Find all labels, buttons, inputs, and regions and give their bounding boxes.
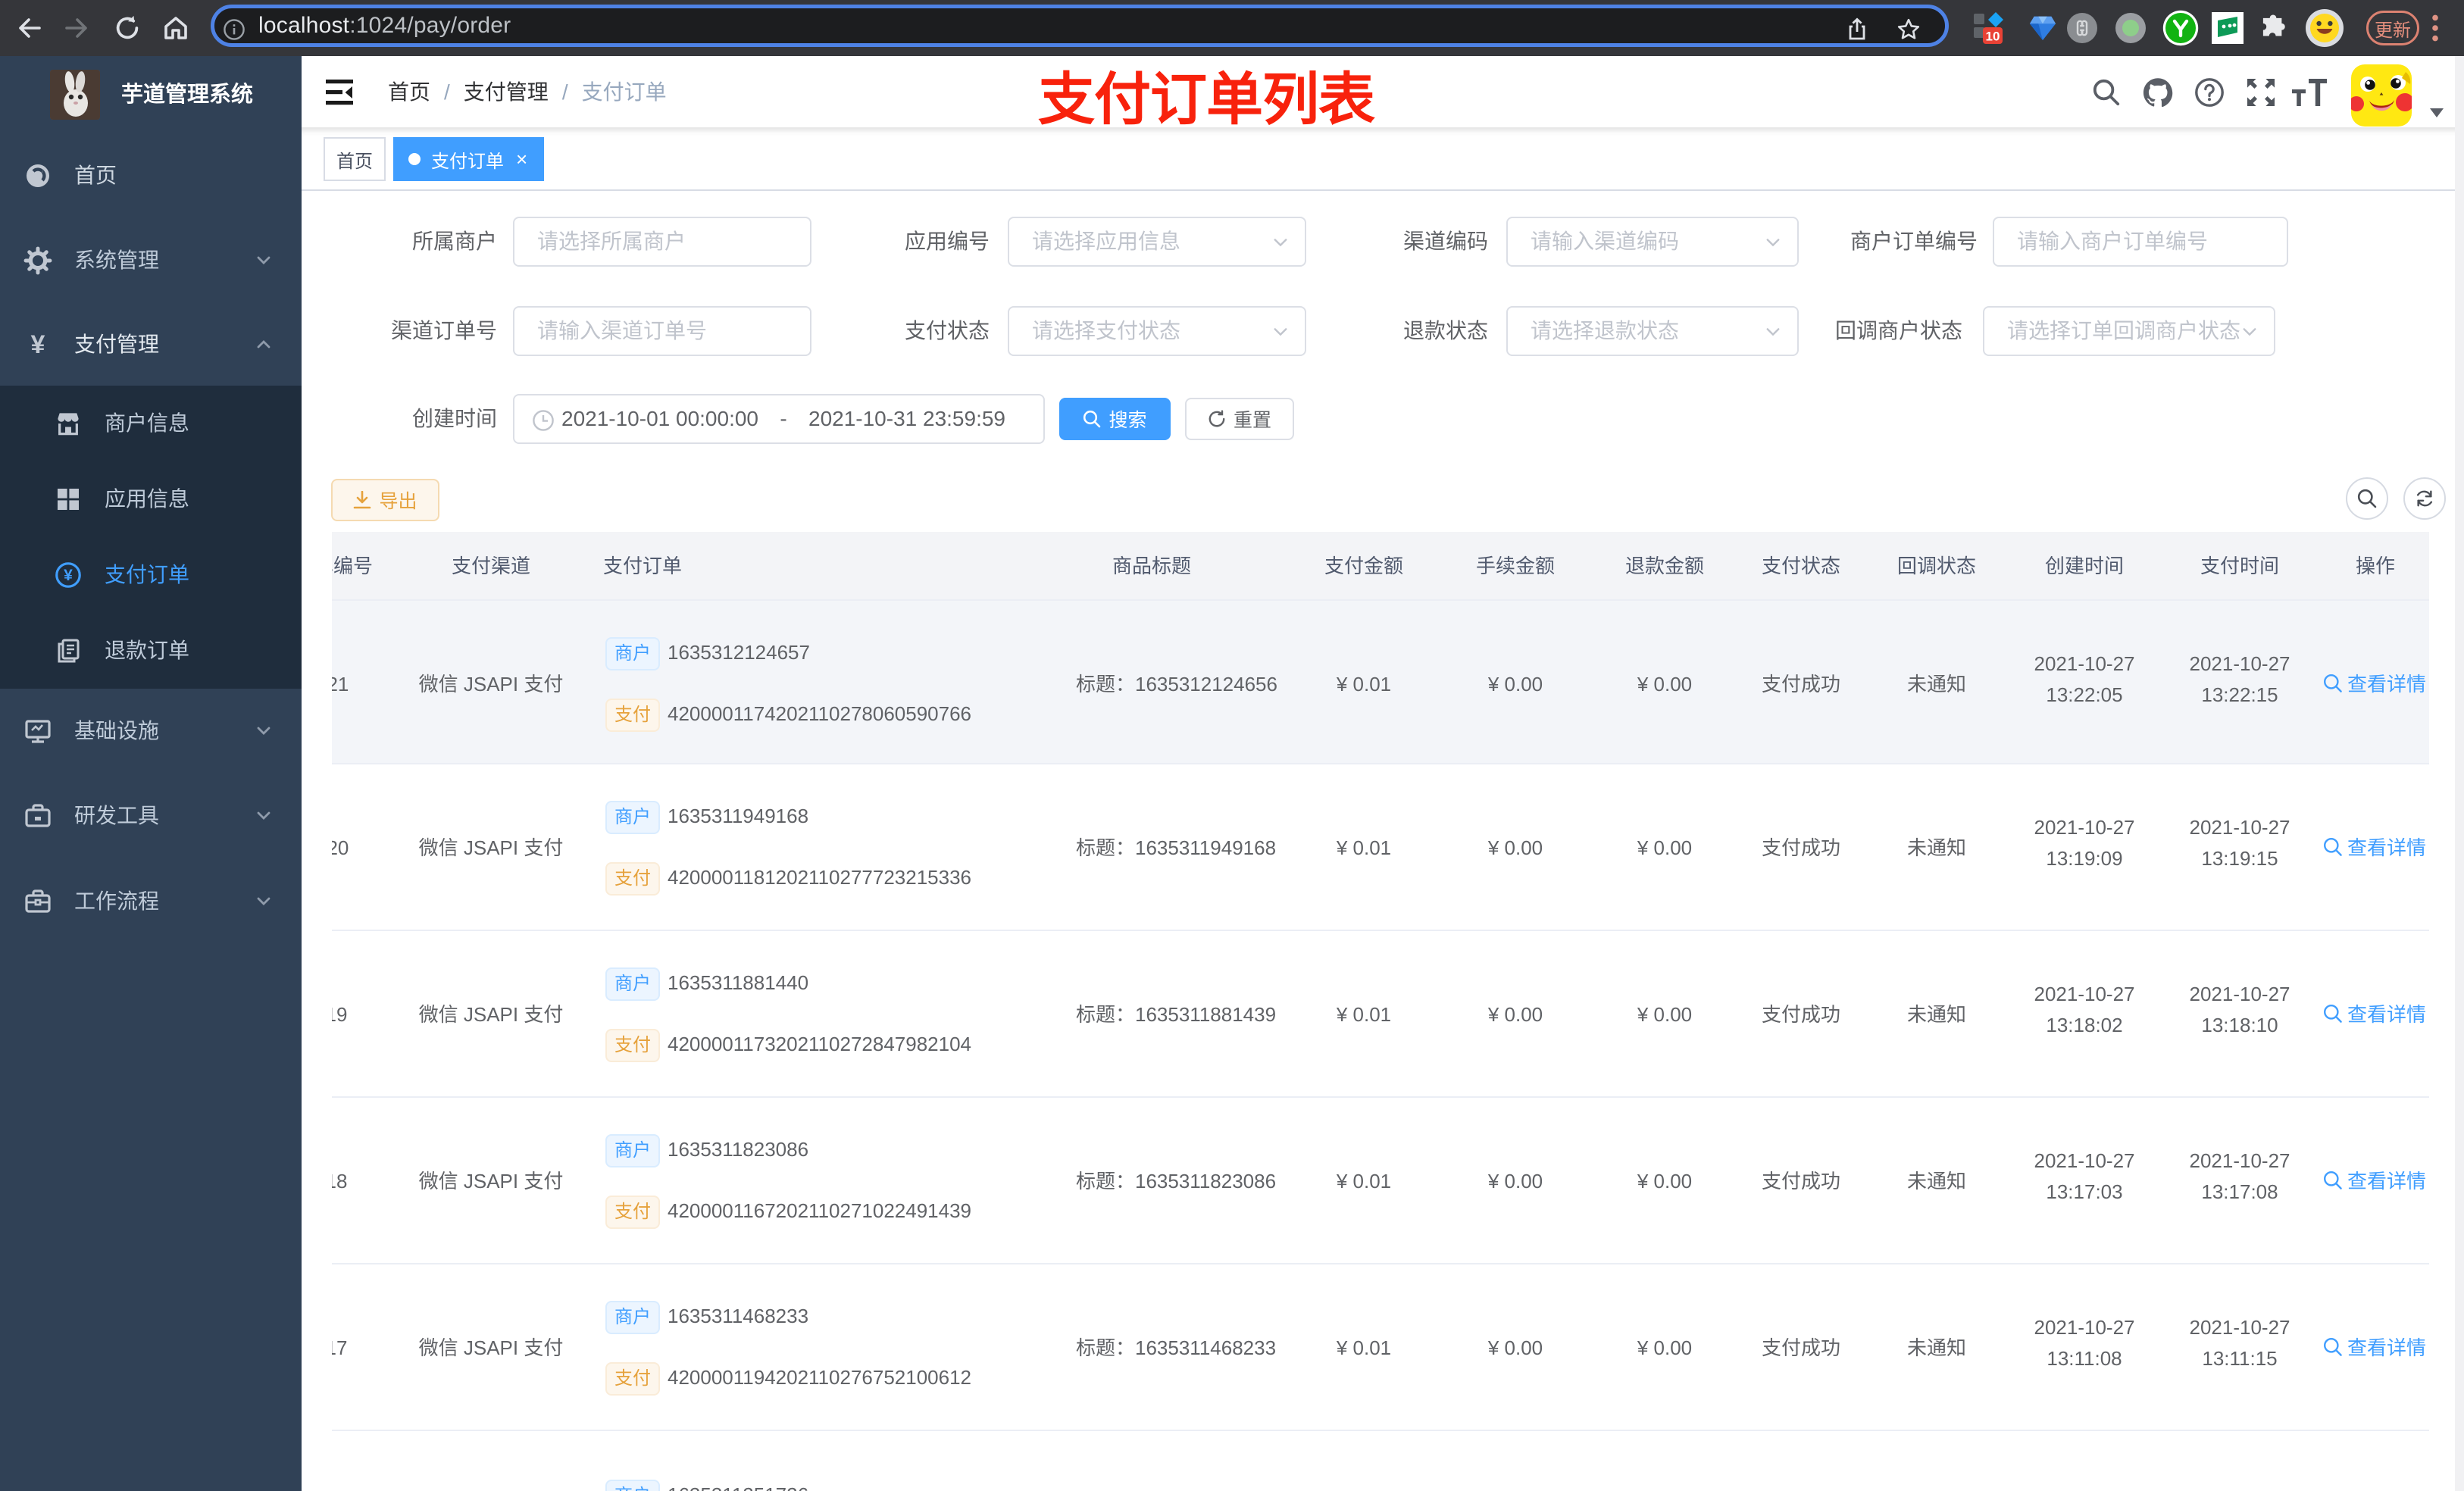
svg-text:¥: ¥ [64,567,73,584]
svg-text:10: 10 [1986,30,2000,44]
